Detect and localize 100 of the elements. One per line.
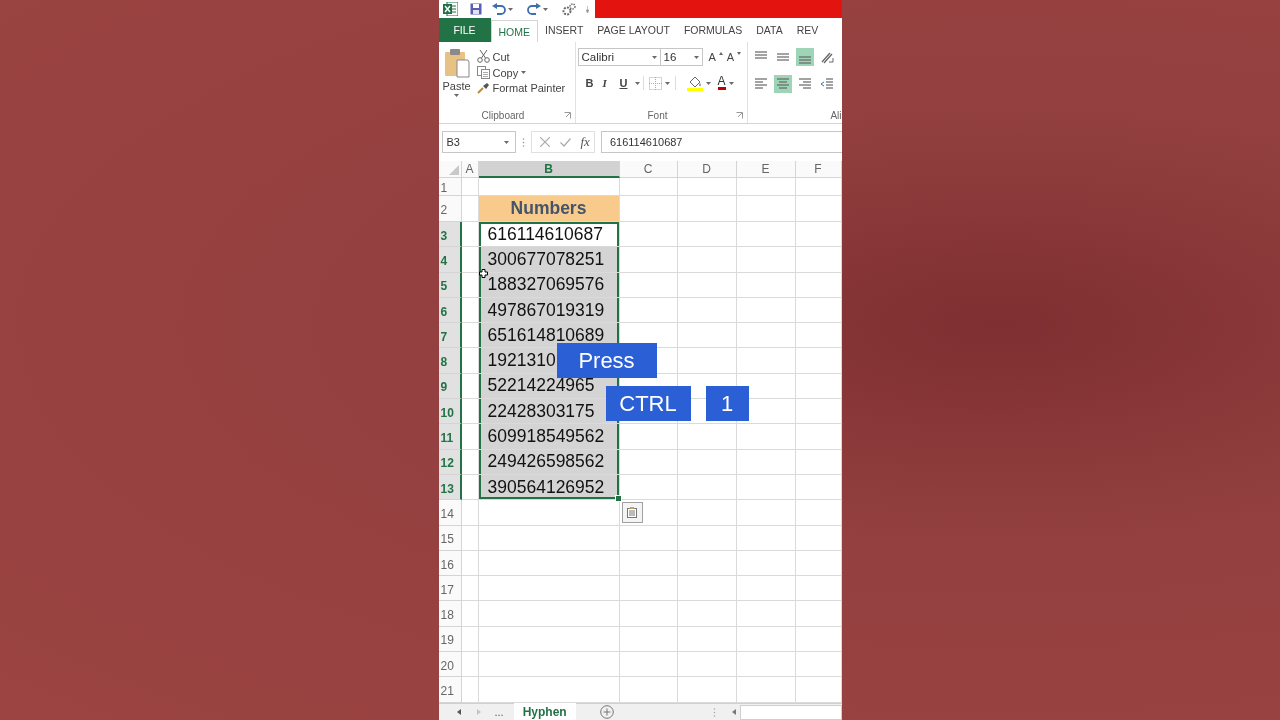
redo-icon[interactable] [526, 3, 541, 15]
caret-icon[interactable] [507, 7, 513, 11]
font-name-field[interactable]: Calibri [577, 48, 661, 66]
empty-cell [736, 178, 796, 196]
empty-cell [619, 652, 678, 678]
splitter-icon [521, 137, 525, 147]
ribbon-tab[interactable]: REV [789, 18, 826, 42]
italic-button[interactable]: I [600, 77, 615, 89]
ribbon-tab[interactable]: DATA [749, 18, 790, 42]
empty-cell [619, 550, 678, 577]
save-icon[interactable] [469, 3, 482, 15]
spreadsheet-logo-icon[interactable] [442, 2, 458, 16]
row-header[interactable]: 15 [438, 525, 462, 551]
empty-cell [795, 525, 842, 551]
column-header[interactable]: C [619, 161, 678, 178]
empty-cell [677, 424, 737, 450]
group-label: Clipboard [480, 109, 526, 121]
fill-handle[interactable] [614, 495, 622, 503]
row-header[interactable]: 14 [438, 500, 462, 526]
formula-field[interactable]: 616114610687 [600, 131, 842, 153]
caret-icon [728, 81, 734, 85]
format-painter-button[interactable]: Format Painter [474, 82, 568, 94]
add-sheet-icon[interactable] [599, 705, 614, 719]
copy-button[interactable]: Copy [474, 66, 568, 79]
empty-cell [619, 601, 678, 627]
empty-cell [736, 652, 796, 678]
cancel-icon[interactable] [539, 137, 550, 147]
empty-cell [736, 449, 796, 475]
dialog-launcher-icon[interactable] [563, 111, 571, 119]
row-header[interactable]: 4 [438, 247, 462, 273]
row-header[interactable]: 6 [438, 297, 462, 324]
paste-options-button[interactable] [621, 502, 643, 524]
grow-font-button[interactable]: A [706, 51, 725, 63]
align-bottom-button[interactable] [795, 48, 814, 66]
column-header[interactable]: F [795, 161, 842, 178]
undo-icon[interactable] [491, 3, 506, 15]
ribbon-tab[interactable]: FORMULAS [676, 18, 750, 42]
caret-icon[interactable] [503, 140, 509, 144]
ribbon-tab[interactable]: HOME [490, 20, 538, 42]
empty-cell [677, 474, 737, 501]
caret-icon[interactable] [542, 7, 548, 11]
caret-icon[interactable] [693, 55, 699, 59]
borders-button[interactable] [646, 76, 672, 90]
underline-button[interactable]: U [617, 77, 632, 89]
file-tab[interactable]: FILE [438, 18, 491, 42]
name-box[interactable]: B3 [441, 131, 516, 153]
clipboard-icon [626, 507, 638, 519]
empty-cell [461, 272, 479, 298]
caret-icon[interactable] [634, 81, 640, 85]
column-header[interactable]: B [478, 161, 620, 178]
more-sheets-button[interactable]: ... [494, 706, 504, 718]
empty-cell [461, 348, 479, 374]
row-header[interactable]: 21 [438, 677, 462, 703]
row-header[interactable]: 9 [438, 373, 462, 400]
caret-up-icon [718, 51, 723, 55]
scroll-left-icon[interactable] [732, 709, 737, 715]
column-header[interactable]: D [677, 161, 737, 178]
caret-icon[interactable] [651, 55, 657, 59]
row-header[interactable]: 2 [438, 196, 462, 222]
sheet-tab[interactable]: Hyphen [513, 703, 576, 720]
ribbon-tab[interactable]: INSERT [538, 18, 591, 42]
row-header[interactable]: 7 [438, 323, 462, 349]
indent-icon [819, 77, 834, 91]
previous-sheet-icon[interactable] [456, 709, 461, 715]
column-header[interactable]: E [736, 161, 796, 178]
horizontal-scrollbar[interactable] [740, 704, 842, 720]
font-size-field[interactable]: 16 [660, 48, 703, 66]
row-header[interactable]: 8 [438, 348, 462, 374]
fill-color-button[interactable] [684, 75, 713, 91]
row-header[interactable]: 10 [438, 399, 462, 425]
clipboard-icon [443, 48, 470, 78]
empty-cell [795, 424, 842, 450]
insert-function-button[interactable]: fx [580, 134, 590, 150]
row-header[interactable]: 5 [438, 272, 462, 298]
bold-button[interactable]: B [583, 77, 598, 89]
row-header[interactable]: 16 [438, 550, 462, 577]
empty-cell [461, 196, 479, 222]
more-icon[interactable] [585, 5, 589, 13]
dialog-launcher-icon[interactable] [735, 111, 743, 119]
font-color-button[interactable]: A [715, 76, 736, 90]
row-header[interactable]: 12 [438, 449, 462, 475]
row-header[interactable]: 13 [438, 474, 462, 501]
gear-icon[interactable] [561, 2, 576, 16]
table-cell: 497867019319 [478, 297, 620, 324]
row-header[interactable]: 19 [438, 626, 462, 653]
check-icon[interactable] [559, 137, 571, 147]
cut-button[interactable]: Cut [474, 50, 568, 63]
row-header[interactable]: 18 [438, 601, 462, 627]
row-header[interactable]: 3 [438, 222, 462, 248]
align-middle-icon [775, 50, 790, 64]
row-header[interactable]: 20 [438, 652, 462, 678]
shrink-font-button[interactable]: A [724, 51, 744, 63]
row-header[interactable]: 1 [438, 178, 462, 196]
caret-icon [521, 71, 527, 74]
row-header[interactable]: 11 [438, 424, 462, 450]
ribbon-tab[interactable]: PAGE LAYOUT [590, 18, 677, 42]
empty-cell [461, 449, 479, 475]
align-center-button[interactable] [773, 75, 792, 93]
row-header[interactable]: 17 [438, 576, 462, 602]
paste-button[interactable]: Paste [438, 46, 475, 107]
